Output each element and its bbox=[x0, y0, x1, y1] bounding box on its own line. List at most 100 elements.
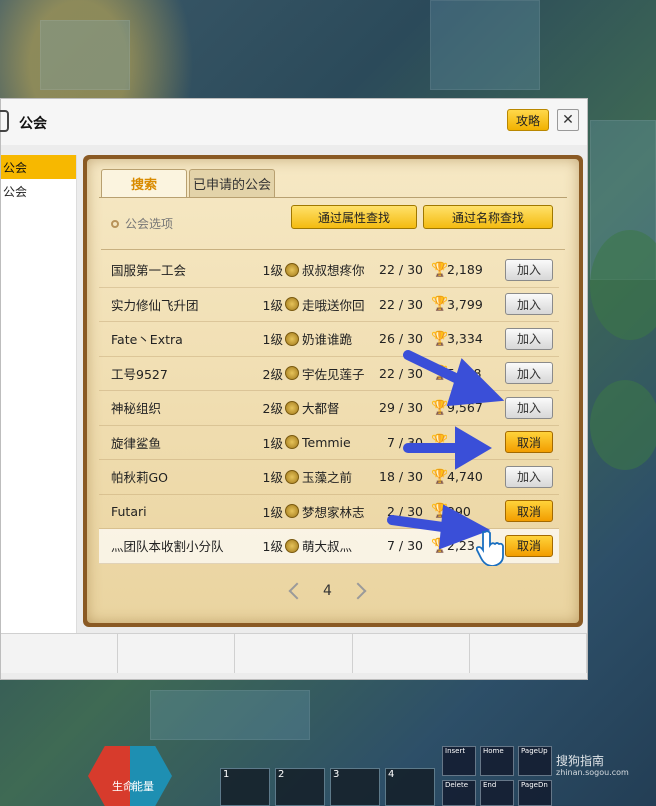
sidebar-item-guild[interactable]: 公会 bbox=[1, 155, 76, 179]
join-button[interactable]: 加入 bbox=[505, 327, 553, 350]
guild-row[interactable]: Fate丶Extra 1级 奶谁谁跪 26 / 30 🏆 3,334 加入 bbox=[99, 322, 559, 357]
key-label: End bbox=[483, 781, 497, 789]
cancel-button[interactable]: 取消 bbox=[505, 534, 553, 557]
skill-slot-2[interactable]: 2 bbox=[275, 768, 325, 806]
guild-name: 帕秋莉GO bbox=[111, 470, 169, 486]
join-button[interactable]: 加入 bbox=[505, 258, 553, 281]
key-end[interactable]: End bbox=[480, 780, 514, 806]
guild-score: 3,799 bbox=[447, 296, 483, 312]
tab-applied-guilds[interactable]: 已申请的公会 bbox=[189, 169, 275, 197]
sidebar: 公会 公会 bbox=[1, 155, 77, 633]
trophy-icon: 🏆 bbox=[431, 399, 447, 416]
background-block bbox=[430, 0, 540, 90]
key-insert[interactable]: Insert bbox=[442, 746, 476, 776]
action-cell: 加入 bbox=[505, 288, 555, 322]
cancel-button[interactable]: 取消 bbox=[505, 431, 553, 454]
guild-row[interactable]: 实力修仙飞升团 1级 走哦送你回 22 / 30 🏆 3,799 加入 bbox=[99, 288, 559, 322]
next-page-icon[interactable] bbox=[349, 582, 367, 600]
key-label: Delete bbox=[445, 781, 468, 789]
action-cell: 加入 bbox=[505, 391, 555, 425]
guild-score: 2,189 bbox=[447, 262, 483, 278]
guild-window: 公会 攻略 ✕ 公会 公会 搜索 已申请的公会 公会选项 通过属性查找 通过名称… bbox=[0, 98, 588, 680]
close-button[interactable]: ✕ bbox=[557, 109, 579, 131]
guild-score: 4,740 bbox=[447, 469, 483, 485]
guild-members: 2 / 30 bbox=[386, 503, 423, 519]
guild-level: 1级 bbox=[262, 470, 283, 486]
prev-page-icon[interactable] bbox=[288, 582, 306, 600]
tab-divider bbox=[99, 197, 567, 198]
key-label: PageUp bbox=[521, 747, 548, 755]
footer-cell bbox=[235, 634, 353, 673]
guild-members: 7 / 30 bbox=[386, 434, 423, 450]
guild-name: 工号9527 bbox=[111, 366, 168, 382]
key-label: Insert bbox=[445, 747, 466, 755]
guide-button[interactable]: 攻略 bbox=[507, 109, 549, 131]
guild-members: 26 / 30 bbox=[379, 331, 423, 347]
guild-row[interactable]: 帕秋莉GO 1级 玉藻之前 18 / 30 🏆 4,740 加入 bbox=[99, 460, 559, 495]
guild-row[interactable]: 国服第一工会 1级 叔叔想疼你 22 / 30 🏆 2,189 加入 bbox=[99, 253, 559, 288]
background-tree bbox=[590, 380, 656, 470]
search-by-attribute-button[interactable]: 通过属性查找 bbox=[291, 205, 417, 229]
leader-medal-icon bbox=[285, 391, 301, 425]
leader-medal-icon bbox=[285, 529, 301, 563]
guild-name: 神秘组织 bbox=[111, 401, 162, 417]
guild-members: 29 / 30 bbox=[379, 400, 423, 416]
key-home[interactable]: Home bbox=[480, 746, 514, 776]
action-cell: 取消 bbox=[505, 426, 555, 460]
join-button[interactable]: 加入 bbox=[505, 396, 553, 419]
action-cell: 加入 bbox=[505, 357, 555, 391]
guild-row[interactable]: 旋律鲨鱼 1级 Temmie 7 / 30 🏆 取消 bbox=[99, 426, 559, 460]
guild-level: 1级 bbox=[262, 297, 283, 313]
background-block bbox=[150, 690, 310, 740]
status-hexagon: 生命 能量 bbox=[88, 746, 172, 806]
join-button[interactable]: 加入 bbox=[505, 362, 553, 385]
action-cell: 取消 bbox=[505, 529, 555, 563]
guild-options: 公会选项 bbox=[111, 215, 173, 232]
key-label: PageDn bbox=[521, 781, 548, 789]
leader-medal-icon bbox=[285, 253, 301, 287]
key-pagedn[interactable]: PageDn bbox=[518, 780, 552, 806]
skill-slot-1[interactable]: 1 bbox=[220, 768, 270, 806]
guild-level: 1级 bbox=[262, 539, 283, 555]
action-cell: 加入 bbox=[505, 460, 555, 494]
close-icon: ✕ bbox=[562, 112, 574, 128]
sidebar-item-guild-2[interactable]: 公会 bbox=[1, 179, 76, 203]
leader-medal-icon bbox=[285, 357, 301, 391]
guild-level: 1级 bbox=[262, 332, 283, 348]
hp-label: 生命 bbox=[112, 780, 134, 793]
key-label: Home bbox=[483, 747, 504, 755]
guild-row[interactable]: Futari 1级 梦想家林志 2 / 30 🏆 290 取消 bbox=[99, 495, 559, 529]
guild-name: Futari bbox=[111, 503, 147, 519]
cancel-button[interactable]: 取消 bbox=[505, 500, 553, 523]
guild-name: 实力修仙飞升团 bbox=[111, 297, 199, 313]
guild-name: Fate丶Extra bbox=[111, 332, 183, 348]
guild-members: 22 / 30 bbox=[379, 365, 423, 381]
search-by-name-button[interactable]: 通过名称查找 bbox=[423, 205, 553, 229]
window-title: 公会 bbox=[19, 116, 47, 132]
guild-row[interactable]: 神秘组织 2级 大都督 29 / 30 🏆 9,567 加入 bbox=[99, 391, 559, 426]
trophy-icon: 🏆 bbox=[431, 261, 447, 278]
guild-name: 灬团队本收割小分队 bbox=[111, 539, 224, 555]
window-titlebar: 公会 攻略 ✕ bbox=[0, 99, 587, 145]
guild-members: 22 / 30 bbox=[379, 262, 423, 278]
guild-level: 1级 bbox=[262, 263, 283, 279]
join-button[interactable]: 加入 bbox=[505, 465, 553, 488]
guild-name: 旋律鲨鱼 bbox=[111, 435, 162, 451]
trophy-icon: 🏆 bbox=[431, 434, 447, 451]
tab-search[interactable]: 搜索 bbox=[101, 169, 187, 197]
leader-medal-icon bbox=[285, 322, 301, 356]
guild-score: 3,334 bbox=[447, 331, 483, 347]
footer-cell bbox=[118, 634, 236, 673]
guild-icon bbox=[0, 110, 9, 132]
join-button[interactable]: 加入 bbox=[505, 293, 553, 316]
trophy-icon: 🏆 bbox=[431, 330, 447, 347]
slot-number: 2 bbox=[278, 769, 285, 780]
skill-slot-4[interactable]: 4 bbox=[385, 768, 435, 806]
key-pageup[interactable]: PageUp bbox=[518, 746, 552, 776]
key-delete[interactable]: Delete bbox=[442, 780, 476, 806]
watermark-title: 搜狗指南 bbox=[556, 754, 605, 768]
guild-row[interactable]: 工号9527 2级 宇佐见莲子 22 / 30 🏆 5,?78 加入 bbox=[99, 357, 559, 391]
guild-level: 2级 bbox=[262, 401, 283, 417]
skill-slot-3[interactable]: 3 bbox=[330, 768, 380, 806]
hand-cursor-icon bbox=[476, 530, 504, 566]
